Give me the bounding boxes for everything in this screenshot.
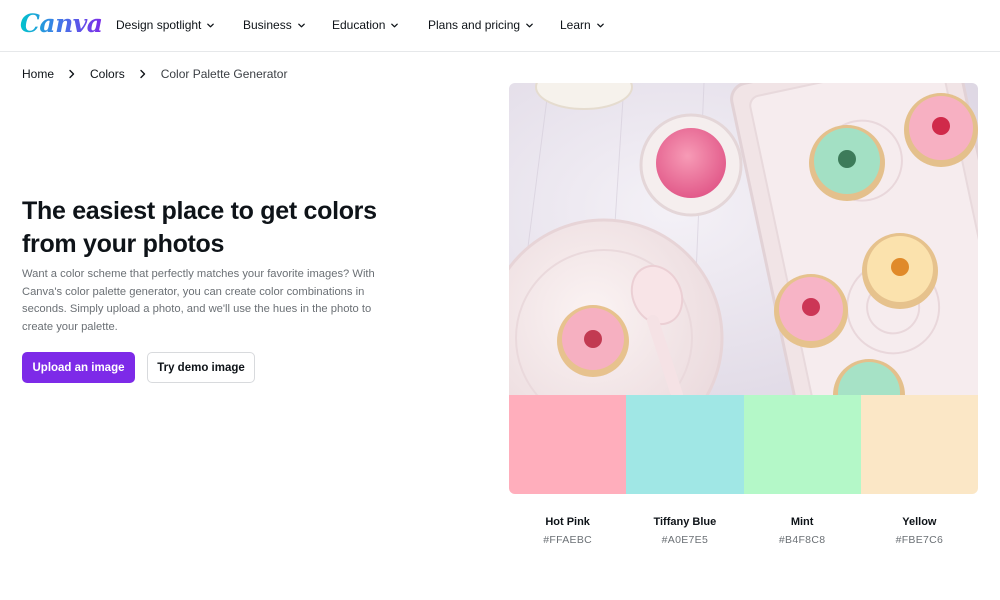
page-title: The easiest place to get colors from you… (22, 197, 377, 258)
palette-preview-card (509, 83, 978, 494)
swatch-mint[interactable] (743, 395, 861, 494)
breadcrumb-home[interactable]: Home (22, 67, 54, 81)
swatch-tiffany-blue[interactable] (626, 395, 744, 494)
try-demo-image-button[interactable]: Try demo image (147, 352, 255, 383)
breadcrumb-colors[interactable]: Colors (90, 67, 125, 81)
demo-photo-donuts (509, 83, 978, 395)
swatch-hex[interactable]: #FFAEBC (509, 533, 626, 548)
nav-plans-and-pricing[interactable]: Plans and pricing (428, 18, 534, 32)
nav-label: Business (243, 18, 292, 32)
hero-description: Want a color scheme that perfectly match… (22, 268, 375, 333)
chevron-right-icon (69, 69, 75, 79)
swatch-label: Yellow #FBE7C6 (861, 515, 978, 548)
swatch-hot-pink[interactable] (509, 395, 627, 494)
swatch-name: Yellow (902, 516, 937, 528)
chevron-right-icon (140, 69, 145, 79)
swatch-hex[interactable]: #FBE7C6 (861, 533, 978, 548)
palette-labels: Hot Pink #FFAEBC Tiffany Blue #A0E7E5 Mi… (509, 515, 978, 548)
chevron-down-icon (207, 23, 215, 27)
nav-education[interactable]: Education (332, 18, 399, 32)
palette-swatches (509, 395, 978, 494)
swatch-name: Hot Pink (545, 516, 590, 528)
swatch-name: Tiffany Blue (653, 516, 717, 528)
chevron-down-icon (526, 23, 533, 27)
chevron-down-icon (596, 23, 604, 27)
breadcrumb: Home Colors Color Palette Generator (22, 67, 287, 81)
swatch-hex[interactable]: #B4F8C8 (744, 533, 861, 548)
swatch-hex[interactable]: #A0E7E5 (626, 533, 743, 548)
top-nav: Canva Design spotlight Business Educatio… (0, 0, 1000, 52)
canva-logo[interactable]: Canva (20, 9, 103, 38)
swatch-label: Mint #B4F8C8 (744, 515, 861, 548)
upload-image-button[interactable]: Upload an image (22, 352, 135, 383)
nav-label: Design spotlight (116, 18, 202, 32)
nav-learn[interactable]: Learn (560, 18, 605, 32)
breadcrumb-current-page: Color Palette Generator (160, 67, 288, 81)
nav-label: Education (332, 18, 386, 32)
nav-label: Learn (560, 18, 591, 32)
chevron-down-icon (391, 23, 399, 27)
swatch-label: Tiffany Blue #A0E7E5 (626, 515, 743, 548)
nav-design-spotlight[interactable]: Design spotlight (116, 18, 215, 32)
swatch-name: Mint (790, 516, 814, 528)
chevron-down-icon (297, 23, 305, 27)
swatch-yellow[interactable] (860, 395, 978, 494)
swatch-label: Hot Pink #FFAEBC (509, 515, 626, 548)
nav-business[interactable]: Business (243, 18, 306, 32)
nav-label: Plans and pricing (428, 18, 521, 32)
